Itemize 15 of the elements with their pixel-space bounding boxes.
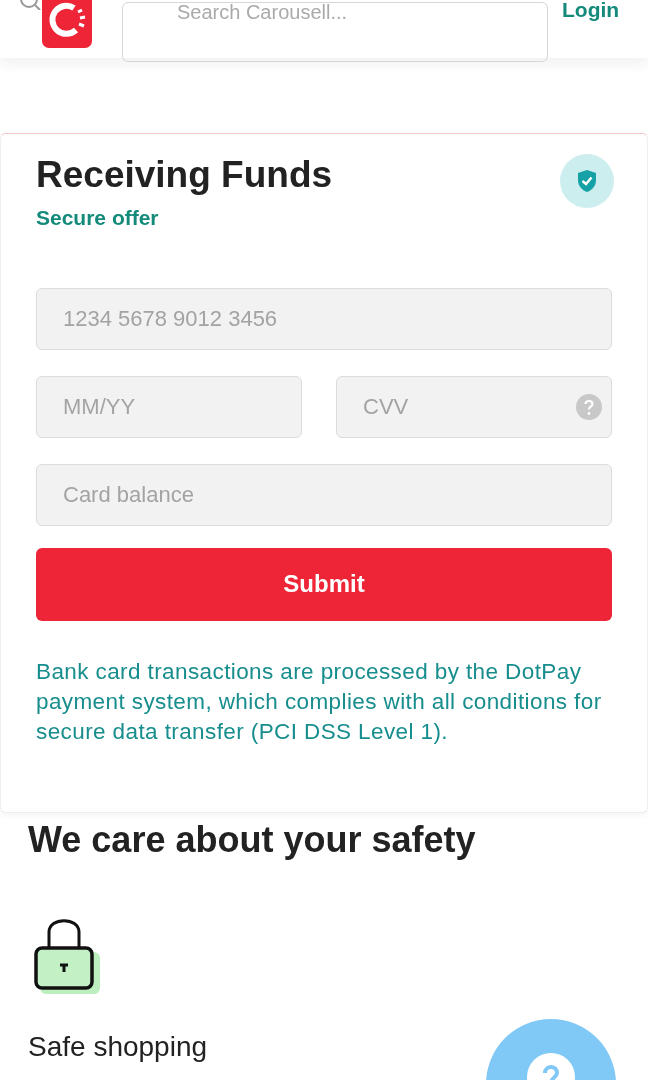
card-balance-field[interactable]: Card balance: [36, 463, 612, 526]
submit-button[interactable]: Submit: [36, 547, 612, 621]
login-link[interactable]: Login: [562, 0, 620, 26]
search-field[interactable]: Search Carousell...: [122, 2, 548, 62]
expiry-field[interactable]: MM/YY: [36, 375, 302, 438]
safety-heading: We care about your safety: [28, 818, 477, 862]
help-icon[interactable]: [576, 393, 602, 420]
cvv-field[interactable]: CVV: [336, 375, 612, 438]
security-note: Bank card transactions are processed by the DotPay payment system, which complies with all conditions for secure data transfer (PCI DSS Level 1).: [36, 657, 603, 746]
card-subtitle: Secure offer: [36, 205, 160, 232]
feature-title: Safe shopping: [28, 1030, 208, 1064]
shield-icon: [576, 169, 598, 193]
card-title: Receiving Funds: [36, 153, 333, 197]
card-number-field[interactable]: 1234 5678 9012 3456: [36, 287, 612, 350]
logo-icon[interactable]: [42, 0, 92, 48]
